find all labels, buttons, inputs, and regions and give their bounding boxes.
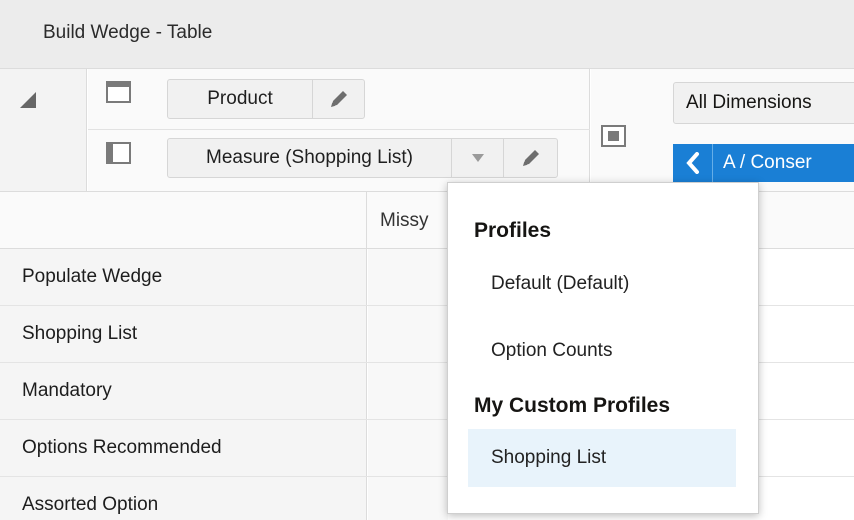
page-navigator[interactable]: A / Conser: [673, 144, 854, 182]
row-axis: Product: [88, 69, 590, 130]
menu-item-shopping-list[interactable]: Shopping List: [468, 429, 736, 487]
grid-cell[interactable]: [368, 306, 448, 362]
row-header[interactable]: Populate Wedge: [0, 249, 367, 305]
previous-page-button[interactable]: [673, 144, 713, 182]
profiles-dropdown-menu: Profiles Default (Default) Option Counts…: [447, 182, 759, 514]
grid-cell[interactable]: [368, 249, 448, 305]
grid-cell[interactable]: [368, 477, 448, 520]
all-dimensions-chip[interactable]: All Dimensions: [673, 82, 854, 124]
title-bar: Build Wedge - Table: [0, 0, 854, 69]
triangle-corner-icon[interactable]: [20, 92, 36, 108]
window-title: Build Wedge - Table: [43, 22, 213, 43]
page-axis-icon: [601, 125, 626, 147]
column-header-missy[interactable]: Missy: [380, 210, 429, 232]
column-axis-icon: [106, 142, 131, 164]
menu-item-option-counts[interactable]: Option Counts: [468, 322, 736, 380]
grid-corner: [0, 69, 87, 191]
chevron-left-icon: [685, 152, 699, 174]
measure-edit-button[interactable]: [503, 139, 557, 177]
grid-cell[interactable]: [368, 363, 448, 419]
row-header[interactable]: Mandatory: [0, 363, 367, 419]
grid-cell[interactable]: [368, 420, 448, 476]
row-header[interactable]: Assorted Option: [0, 477, 367, 520]
row-header[interactable]: Options Recommended: [0, 420, 367, 476]
measure-dropdown-button[interactable]: [451, 139, 503, 177]
page-axis-area: All Dimensions A / Conser: [591, 69, 854, 191]
product-chip[interactable]: Product: [167, 79, 365, 119]
custom-profiles-group-heading: My Custom Profiles: [474, 394, 671, 417]
pencil-icon: [330, 91, 347, 107]
profiles-group-heading: Profiles: [474, 219, 552, 242]
menu-item-default-profile[interactable]: Default (Default): [468, 255, 736, 313]
measure-chip-label: Measure (Shopping List): [206, 147, 413, 168]
pencil-icon: [522, 150, 539, 166]
measure-chip[interactable]: Measure (Shopping List): [167, 138, 558, 178]
page-nav-label: A / Conser: [723, 152, 812, 173]
row-header[interactable]: Shopping List: [0, 306, 367, 362]
caret-down-icon: [471, 154, 484, 162]
header-corner: [0, 192, 367, 249]
product-edit-button[interactable]: [312, 80, 364, 118]
row-axis-icon: [106, 81, 131, 103]
axis-area: Product Measure (Shopping List): [88, 69, 590, 191]
product-chip-label: Product: [207, 88, 273, 109]
